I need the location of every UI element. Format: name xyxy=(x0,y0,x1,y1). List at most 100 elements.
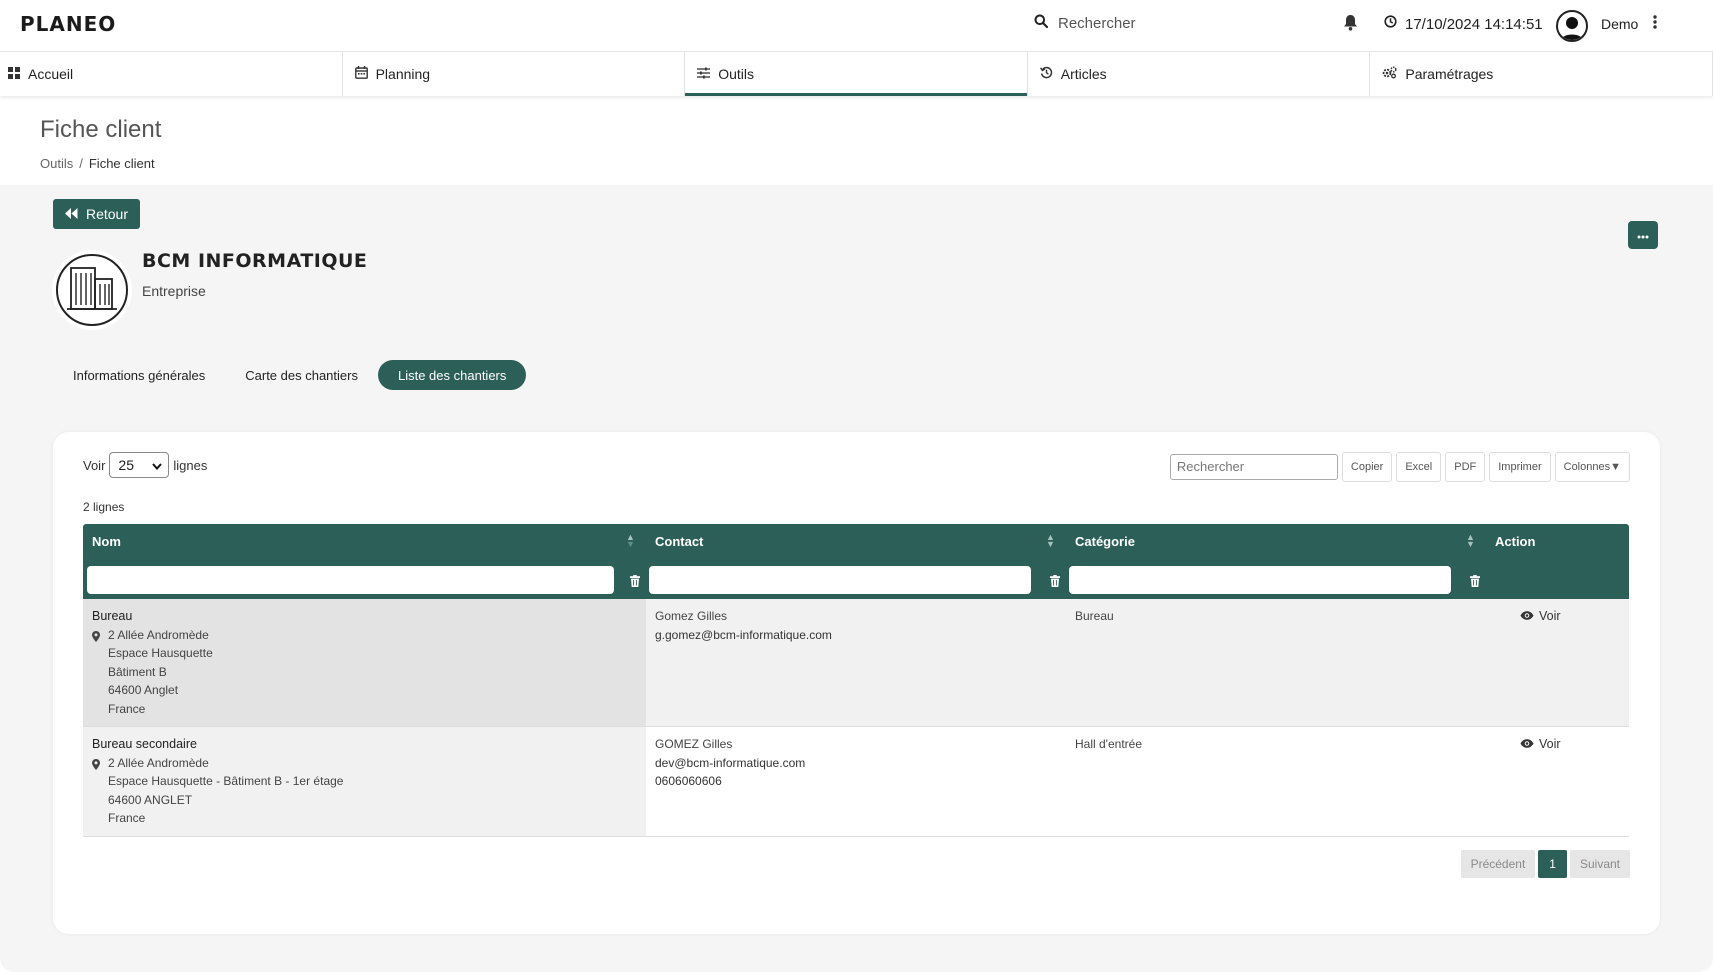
breadcrumb-link-outils[interactable]: Outils xyxy=(40,156,73,171)
print-button[interactable]: Imprimer xyxy=(1489,452,1551,482)
address-line: 2 Allée Andromède xyxy=(108,755,209,770)
tabs: Informations générales Carte des chantie… xyxy=(53,360,527,390)
global-search[interactable]: Rechercher xyxy=(1034,14,1136,33)
cell-categorie: Hall d'entrée xyxy=(1075,737,1142,751)
columns-button[interactable]: Colonnes▼ xyxy=(1554,452,1630,482)
page-size-select[interactable]: 25 xyxy=(109,452,170,478)
address-lines: 2 Allée Andromède Espace Hausquette Bâti… xyxy=(108,626,213,719)
nav-item-articles[interactable]: Articles xyxy=(1028,52,1371,96)
table-row[interactable]: Bureau 2 Allée Andromède Espace Hausquet… xyxy=(83,599,1629,727)
datetime-display: 17/10/2024 14:14:51 xyxy=(1384,15,1543,33)
contact-name: Gomez Gilles xyxy=(655,609,728,623)
tab-liste-des-chantiers[interactable]: Liste des chantiers xyxy=(377,360,527,390)
cell-nom: Bureau 2 Allée Andromède Espace Hausquet… xyxy=(83,599,646,726)
building-icon xyxy=(67,265,117,316)
sites-card: Voir 25 lignes 2 lignes Rechercher Copie… xyxy=(53,432,1660,934)
app-logo[interactable]: PLANEO xyxy=(20,12,116,36)
more-options-button[interactable] xyxy=(1628,221,1658,249)
address-line: 64600 ANGLET xyxy=(108,792,193,807)
address-lines: 2 Allée Andromède Espace Hausquette - Bâ… xyxy=(108,754,343,828)
site-name: Bureau xyxy=(92,609,133,623)
back-button[interactable]: Retour xyxy=(53,199,140,229)
column-header-nom[interactable]: Nom xyxy=(92,534,121,549)
sort-icon[interactable]: ▲ ▼ xyxy=(1466,533,1475,549)
pagination-previous[interactable]: Précédent xyxy=(1460,850,1536,878)
excel-button[interactable]: Excel xyxy=(1396,452,1442,482)
trash-icon[interactable] xyxy=(1050,574,1060,592)
column-header-categorie[interactable]: Catégorie xyxy=(1075,534,1135,549)
grid-icon xyxy=(8,66,20,82)
contact-email: dev@bcm-informatique.com xyxy=(655,755,806,770)
avatar[interactable] xyxy=(1556,10,1588,42)
view-link[interactable]: Voir xyxy=(1495,735,1620,754)
map-marker-icon xyxy=(92,626,100,719)
trash-icon[interactable] xyxy=(630,574,640,592)
client-type: Entreprise xyxy=(142,283,206,299)
pagination-page[interactable]: 1 xyxy=(1538,850,1567,878)
cell-action: Voir xyxy=(1486,727,1629,836)
page-size-label: Voir xyxy=(83,457,106,473)
history-icon xyxy=(1039,66,1053,82)
pagination: Précédent 1 Suivant xyxy=(1460,850,1630,878)
tab-carte-des-chantiers[interactable]: Carte des chantiers xyxy=(225,360,378,390)
contact-phone: 0606060606 xyxy=(655,774,722,788)
page-size-value: 25 xyxy=(118,457,134,473)
datetime-text: 17/10/2024 14:14:51 xyxy=(1405,15,1543,33)
nav-item-outils[interactable]: Outils xyxy=(685,52,1028,96)
site-address: 2 Allée Andromède Espace Hausquette Bâti… xyxy=(92,626,637,719)
filter-input-contact[interactable] xyxy=(649,566,1031,594)
nav-item-planning[interactable]: Planning xyxy=(343,52,686,96)
nav-item-label: Paramétrages xyxy=(1405,66,1494,82)
cell-contact: Gomez Gilles g.gomez@bcm-informatique.co… xyxy=(646,599,1066,726)
address-line: Espace Hausquette xyxy=(108,646,213,660)
view-link-label: Voir xyxy=(1539,737,1561,751)
double-chevron-left-icon xyxy=(64,206,78,222)
top-bar: PLANEO Rechercher 17/10/2024 14:14:51 De… xyxy=(0,0,1713,52)
nav-item-label: Accueil xyxy=(28,66,74,82)
cell-nom: Bureau secondaire 2 Allée Andromède Espa… xyxy=(83,727,646,836)
contact-email: g.gomez@bcm-informatique.com xyxy=(655,627,832,642)
nav-item-label: Planning xyxy=(375,66,431,82)
filter-input-categorie[interactable] xyxy=(1069,566,1451,594)
nav-item-label: Articles xyxy=(1060,66,1107,82)
pdf-button[interactable]: PDF xyxy=(1445,452,1486,482)
map-marker-icon xyxy=(92,754,100,828)
nav-item-accueil[interactable]: Accueil xyxy=(0,52,343,96)
ellipsis-icon xyxy=(1637,226,1649,244)
sort-icon[interactable]: ▲ ▼ xyxy=(1046,533,1055,549)
breadcrumb-current: Fiche client xyxy=(88,156,155,171)
sort-asc-icon[interactable]: ▲ ▼ xyxy=(626,533,635,549)
pagination-next[interactable]: Suivant xyxy=(1569,850,1630,878)
sliders-icon xyxy=(697,66,711,82)
nav-item-parametrages[interactable]: Paramétrages xyxy=(1370,52,1713,96)
table-row[interactable]: Bureau secondaire 2 Allée Andromède Espa… xyxy=(83,727,1629,837)
tab-informations-generales[interactable]: Informations générales xyxy=(53,360,225,390)
page-title: Fiche client xyxy=(40,116,162,143)
page-size-suffix: lignes xyxy=(173,457,208,473)
clock-icon xyxy=(1384,15,1397,33)
copy-button[interactable]: Copier xyxy=(1341,452,1393,482)
user-name[interactable]: Demo xyxy=(1601,16,1638,32)
filter-input-nom[interactable] xyxy=(87,566,614,594)
cell-action: Voir xyxy=(1486,599,1629,726)
table-search-input[interactable]: Rechercher xyxy=(1169,454,1338,480)
address-line: 2 Allée Andromède xyxy=(108,627,209,642)
site-name: Bureau secondaire xyxy=(92,737,197,751)
search-icon xyxy=(1034,14,1049,33)
client-logo xyxy=(56,254,128,326)
kebab-menu-icon[interactable] xyxy=(1652,14,1658,35)
eye-icon xyxy=(1520,735,1534,754)
bell-icon[interactable] xyxy=(1343,14,1358,36)
address-line: Bâtiment B xyxy=(108,664,167,679)
trash-icon[interactable] xyxy=(1470,574,1480,592)
calendar-icon xyxy=(354,66,368,82)
column-header-contact[interactable]: Contact xyxy=(655,534,703,549)
view-link[interactable]: Voir xyxy=(1495,607,1620,626)
global-search-label: Rechercher xyxy=(1058,15,1136,32)
chevron-down-icon xyxy=(152,457,163,473)
back-button-label: Retour xyxy=(85,206,129,222)
cell-categorie: Bureau xyxy=(1075,609,1114,623)
eye-icon xyxy=(1520,607,1534,626)
client-name: BCM INFORMATIQUE xyxy=(142,250,368,272)
main-nav: Accueil Planning Outils Articles Paramét… xyxy=(0,52,1713,96)
